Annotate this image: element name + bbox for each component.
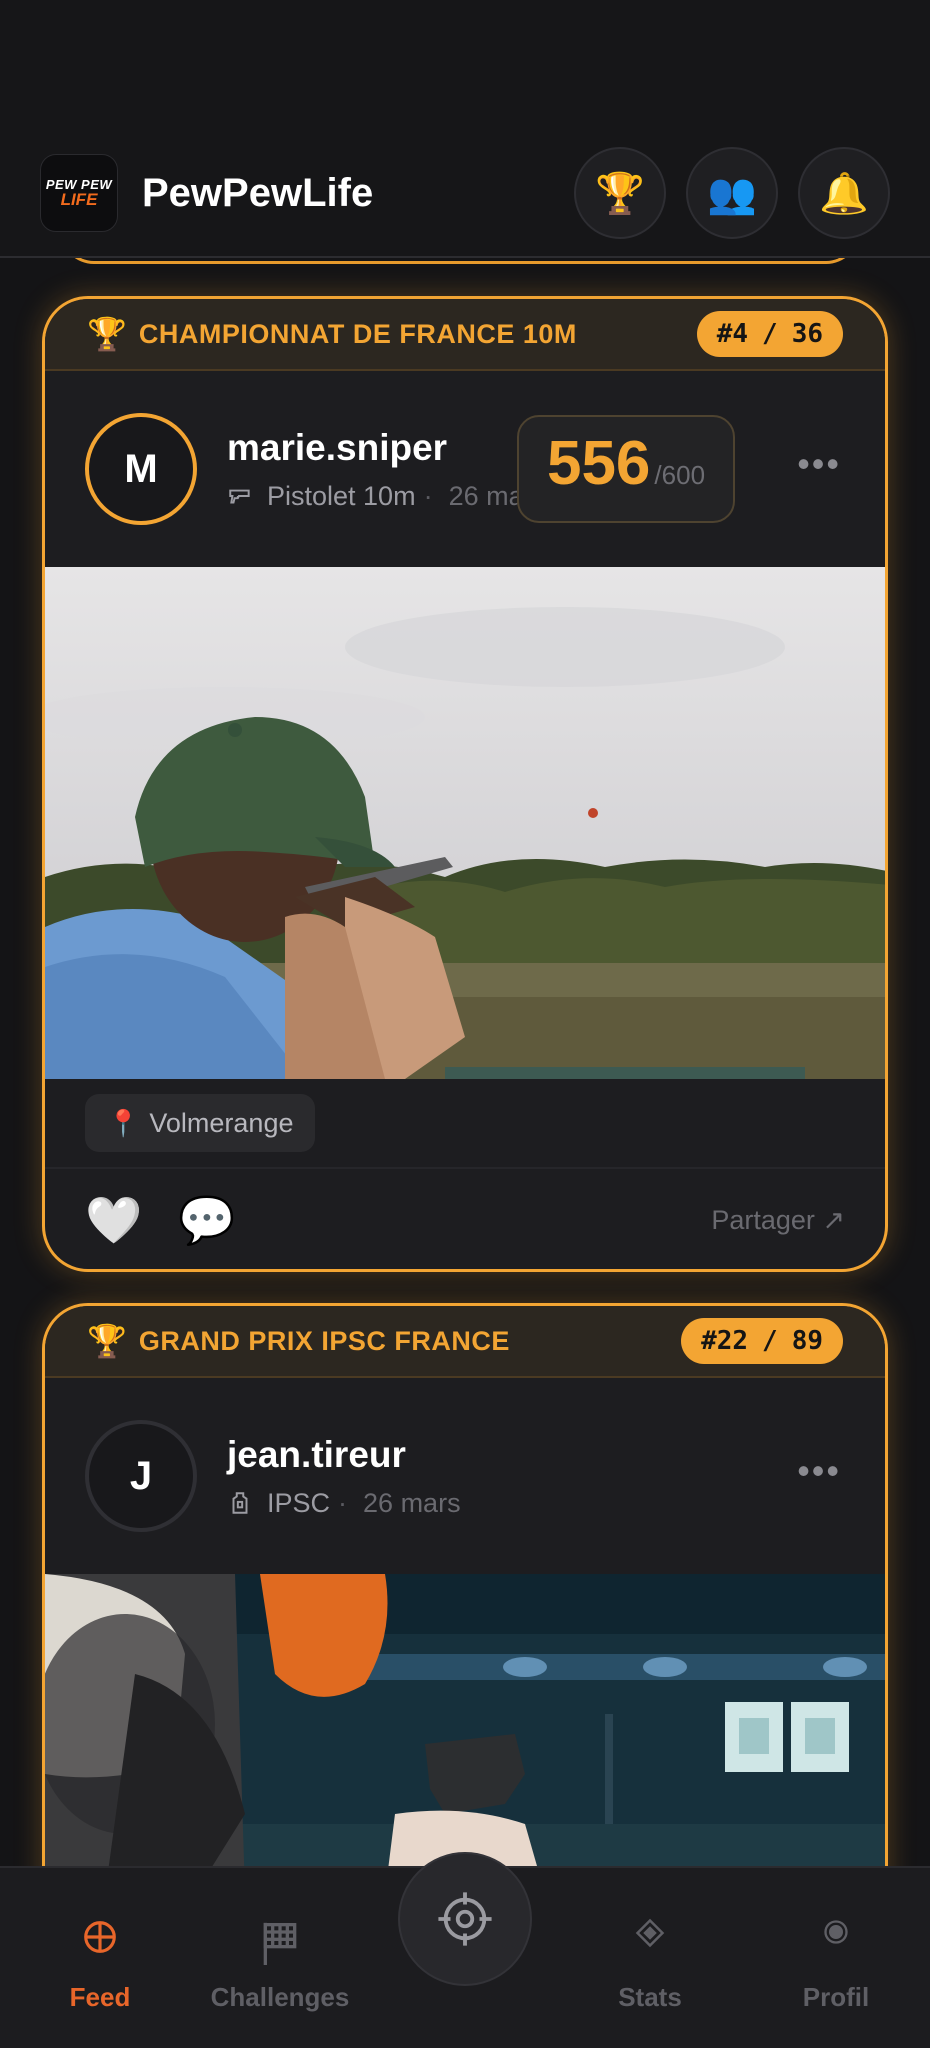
score-box: 556 /600 [517,415,735,523]
rank-badge: #22 / 89 [681,1318,843,1364]
app-logo[interactable]: PEW PEW LIFE [40,154,118,232]
avatar[interactable]: J [85,1420,197,1532]
friends-button[interactable]: 👥 [686,147,778,239]
post-photo[interactable] [45,1574,885,1894]
tab-stats[interactable]: Stats [560,1868,740,2048]
tab-feed[interactable]: Feed [10,1868,190,2048]
comment-icon[interactable]: 💬 [178,1193,235,1248]
new-session-button[interactable] [398,1852,532,1986]
discipline: Pistolet 10m [267,480,416,511]
location-row: 📍 Volmerange [45,1079,885,1169]
bottom-tab-bar: Feed Challenges Stats Profil [0,1852,930,2048]
like-heart-icon[interactable]: 🤍 [85,1193,142,1248]
rank-separator: / [762,319,778,349]
trophy-icon: 🏆 [87,1323,127,1359]
diamond-icon [635,1918,665,1948]
post-card: 🏆 CHAMPIONNAT DE FRANCE 10M #4 / 36 M ma… [42,296,888,1272]
meta-separator: · [423,480,433,511]
leaderboard-button[interactable]: 🏆 [574,147,666,239]
username[interactable]: jean.tireur [227,1434,461,1476]
event-banner[interactable]: 🏆 CHAMPIONNAT DE FRANCE 10M #4 / 36 [45,299,885,371]
rank-badge: #4 / 36 [696,311,843,357]
status-bar-area [0,0,930,130]
more-options-button[interactable]: ••• [797,443,841,485]
ipsc-target-icon [232,1492,248,1514]
location-name: Volmerange [149,1107,294,1138]
profile-dot-icon [824,1920,848,1944]
location-pin-icon: 📍 [107,1107,140,1138]
post-photo[interactable] [45,567,885,1079]
tab-profil[interactable]: Profil [746,1868,926,2048]
rank-total: 89 [791,1326,823,1356]
rank-total: 36 [791,319,823,349]
share-button[interactable]: Partager ↗ [711,1205,845,1236]
post-actions: 🤍 💬 Partager ↗ [45,1169,885,1269]
post-header: M marie.sniper Pistolet 10m · 26 mars 55… [45,371,885,567]
trophy-icon: 🏆 [595,171,645,216]
avatar[interactable]: M [85,413,197,525]
logo-text-bottom: LIFE [60,189,98,209]
post-date: 26 mars [363,1487,461,1518]
event-name: GRAND PRIX IPSC FRANCE [138,1325,510,1356]
trophy-icon: 🏆 [87,316,127,352]
meta-separator: · [338,1487,348,1518]
tab-label: Feed [69,1982,131,2012]
score-value: 556 [546,429,651,498]
app-header: PEW PEW LIFE PewPewLife 🏆 👥 🔔 [0,130,930,258]
rank-position: #22 [701,1326,749,1356]
more-options-button[interactable]: ••• [797,1450,841,1492]
target-icon [438,1892,492,1946]
user-block: jean.tireur IPSC · 26 mars [227,1434,461,1519]
flag-icon [263,1922,297,1965]
tab-label: Profil [802,1982,870,2012]
app-title: PewPewLife [142,170,374,215]
post-header: J jean.tireur IPSC · 26 mars ••• [45,1378,885,1574]
event-name: CHAMPIONNAT DE FRANCE 10M [138,318,577,349]
tab-label: Challenges [210,1982,350,2012]
score-max: /600 [654,460,706,490]
location-chip[interactable]: 📍 Volmerange [85,1094,316,1152]
rank-separator: / [762,1326,778,1356]
pistol-range-image [45,1574,885,1894]
users-icon: 👥 [707,171,757,216]
crosshair-icon [84,1921,116,1953]
event-banner[interactable]: 🏆 GRAND PRIX IPSC FRANCE #22 / 89 [45,1306,885,1378]
clay-shooting-image [45,567,885,1079]
user-block: marie.sniper Pistolet 10m · 26 mars [227,427,546,512]
username[interactable]: marie.sniper [227,427,546,469]
bell-icon: 🔔 [819,171,869,216]
post-meta: Pistolet 10m · 26 mars [227,481,546,512]
discipline: IPSC [267,1487,331,1518]
tab-challenges[interactable]: Challenges [190,1868,370,2048]
post-meta: IPSC · 26 mars [227,1488,461,1519]
tab-label: Stats [618,1982,682,2012]
notifications-button[interactable]: 🔔 [798,147,890,239]
pistol-icon [229,489,250,504]
rank-position: #4 [716,319,749,349]
